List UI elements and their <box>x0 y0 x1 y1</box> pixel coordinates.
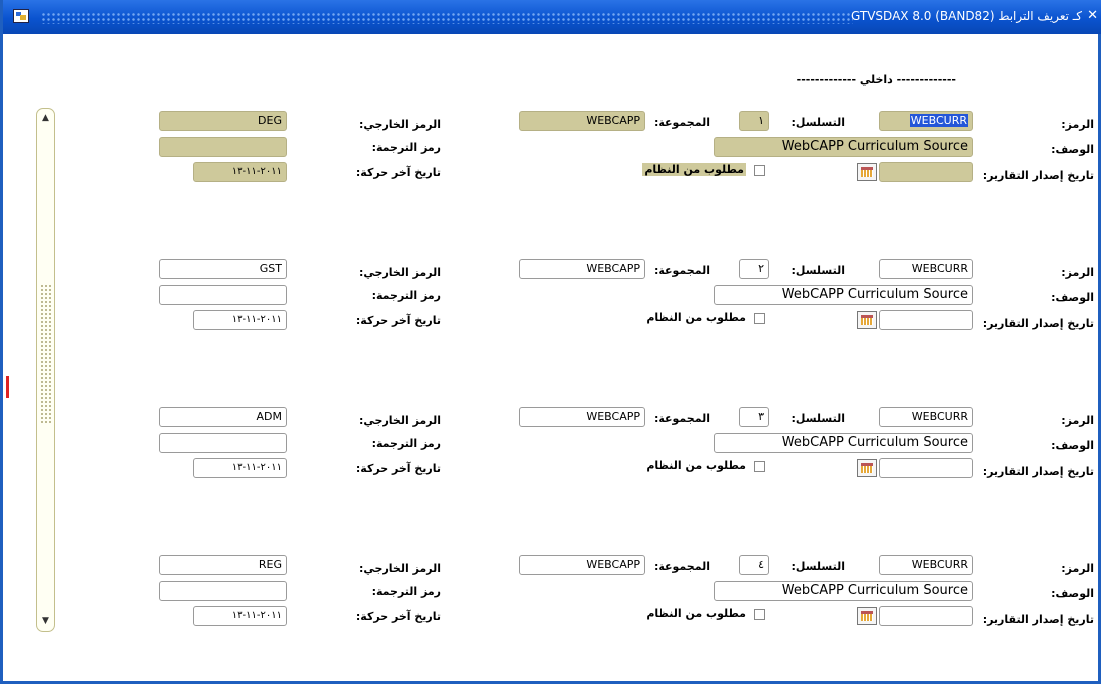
external-code-label: الرمز الخارجي: <box>359 562 441 575</box>
translation-code-label: رمز الترجمة: <box>371 437 441 450</box>
group-field[interactable]: WEBCAPP <box>519 407 645 427</box>
window-title: كـ تعريف الترابط (GTVSDAX 8.0 (BAND82 <box>851 9 1082 23</box>
system-required-label: مطلوب من النظام <box>646 311 746 324</box>
system-required-checkbox[interactable] <box>754 313 765 324</box>
code-value: WEBCURR <box>911 262 968 275</box>
description-label: الوصف: <box>1051 439 1094 452</box>
last-activity-label: تاريخ آخر حركة: <box>355 610 441 623</box>
app-window: كـ تعريف الترابط (GTVSDAX 8.0 (BAND82 ✕ … <box>0 0 1101 684</box>
translation-code-label: رمز الترجمة: <box>371 141 441 154</box>
system-required-label: مطلوب من النظام <box>646 607 746 620</box>
external-code-field[interactable]: DEG <box>159 111 287 131</box>
code-label: الرمز: <box>1061 266 1094 279</box>
code-value: WEBCURR <box>911 410 968 423</box>
report-date-field[interactable] <box>879 606 973 626</box>
external-code-field[interactable]: REG <box>159 555 287 575</box>
seq-label: التسلسل: <box>791 560 846 573</box>
group-field[interactable]: WEBCAPP <box>519 111 645 131</box>
calendar-icon[interactable] <box>857 459 877 477</box>
translation-code-label: رمز الترجمة: <box>371 289 441 302</box>
group-label: المجموعة: <box>653 560 710 573</box>
system-required-checkbox[interactable] <box>754 165 765 176</box>
external-code-label: الرمز الخارجي: <box>359 414 441 427</box>
description-label: الوصف: <box>1051 291 1094 304</box>
calendar-icon[interactable] <box>857 163 877 181</box>
calendar-icon[interactable] <box>857 607 877 625</box>
report-date-field[interactable] <box>879 310 973 330</box>
system-required-label: مطلوب من النظام <box>646 459 746 472</box>
code-field[interactable]: WEBCURR <box>879 111 973 131</box>
last-activity-field[interactable]: ٢٠١١-١١-١٣ <box>193 458 287 478</box>
seq-label: التسلسل: <box>791 116 846 129</box>
internal-section-header: ------------- داخلي ------------- <box>796 73 956 86</box>
focus-marker <box>6 376 9 398</box>
code-value: WEBCURR <box>911 558 968 571</box>
title-bar-pattern <box>41 12 853 24</box>
seq-label: التسلسل: <box>791 264 846 277</box>
translation-code-field[interactable] <box>159 137 287 157</box>
report-date-label: تاريخ إصدار التقارير: <box>982 465 1094 478</box>
last-activity-label: تاريخ آخر حركة: <box>355 166 441 179</box>
description-field[interactable]: WebCAPP Curriculum Source <box>714 137 973 157</box>
system-required-label: مطلوب من النظام <box>642 163 746 176</box>
group-field[interactable]: WEBCAPP <box>519 259 645 279</box>
scroll-up-icon[interactable]: ▲ <box>39 112 52 125</box>
translation-code-field[interactable] <box>159 581 287 601</box>
description-field[interactable]: WebCAPP Curriculum Source <box>714 433 973 453</box>
report-date-label: تاريخ إصدار التقارير: <box>982 169 1094 182</box>
group-label: المجموعة: <box>653 412 710 425</box>
calendar-icon[interactable] <box>857 311 877 329</box>
seq-field[interactable]: ٢ <box>739 259 769 279</box>
last-activity-field[interactable]: ٢٠١١-١١-١٣ <box>193 606 287 626</box>
seq-field[interactable]: ١ <box>739 111 769 131</box>
last-activity-label: تاريخ آخر حركة: <box>355 314 441 327</box>
description-field[interactable]: WebCAPP Curriculum Source <box>714 581 973 601</box>
code-field[interactable]: WEBCURR <box>879 407 973 427</box>
title-bar[interactable]: كـ تعريف الترابط (GTVSDAX 8.0 (BAND82 ✕ <box>3 0 1101 34</box>
seq-field[interactable]: ٣ <box>739 407 769 427</box>
seq-field[interactable]: ٤ <box>739 555 769 575</box>
last-activity-label: تاريخ آخر حركة: <box>355 462 441 475</box>
report-date-label: تاريخ إصدار التقارير: <box>982 317 1094 330</box>
translation-code-field[interactable] <box>159 433 287 453</box>
vertical-scrollbar[interactable]: ▲ ▼ <box>36 108 55 632</box>
code-label: الرمز: <box>1061 118 1094 131</box>
system-required-checkbox[interactable] <box>754 461 765 472</box>
report-date-label: تاريخ إصدار التقارير: <box>982 613 1094 626</box>
report-date-field[interactable] <box>879 458 973 478</box>
description-label: الوصف: <box>1051 143 1094 156</box>
scroll-down-icon[interactable]: ▼ <box>39 615 52 628</box>
translation-code-label: رمز الترجمة: <box>371 585 441 598</box>
code-label: الرمز: <box>1061 414 1094 427</box>
code-field[interactable]: WEBCURR <box>879 555 973 575</box>
group-label: المجموعة: <box>653 116 710 129</box>
translation-code-field[interactable] <box>159 285 287 305</box>
close-icon[interactable]: ✕ <box>1087 8 1098 23</box>
report-date-field[interactable] <box>879 162 973 182</box>
code-field[interactable]: WEBCURR <box>879 259 973 279</box>
external-code-field[interactable]: GST <box>159 259 287 279</box>
last-activity-field[interactable]: ٢٠١١-١١-١٣ <box>193 310 287 330</box>
app-icon[interactable] <box>13 9 29 23</box>
group-label: المجموعة: <box>653 264 710 277</box>
code-label: الرمز: <box>1061 562 1094 575</box>
external-code-field[interactable]: ADM <box>159 407 287 427</box>
last-activity-field[interactable]: ٢٠١١-١١-١٣ <box>193 162 287 182</box>
code-value: WEBCURR <box>909 114 968 127</box>
group-field[interactable]: WEBCAPP <box>519 555 645 575</box>
scroll-thumb[interactable] <box>40 284 51 424</box>
description-label: الوصف: <box>1051 587 1094 600</box>
description-field[interactable]: WebCAPP Curriculum Source <box>714 285 973 305</box>
external-code-label: الرمز الخارجي: <box>359 266 441 279</box>
external-code-label: الرمز الخارجي: <box>359 118 441 131</box>
seq-label: التسلسل: <box>791 412 846 425</box>
system-required-checkbox[interactable] <box>754 609 765 620</box>
